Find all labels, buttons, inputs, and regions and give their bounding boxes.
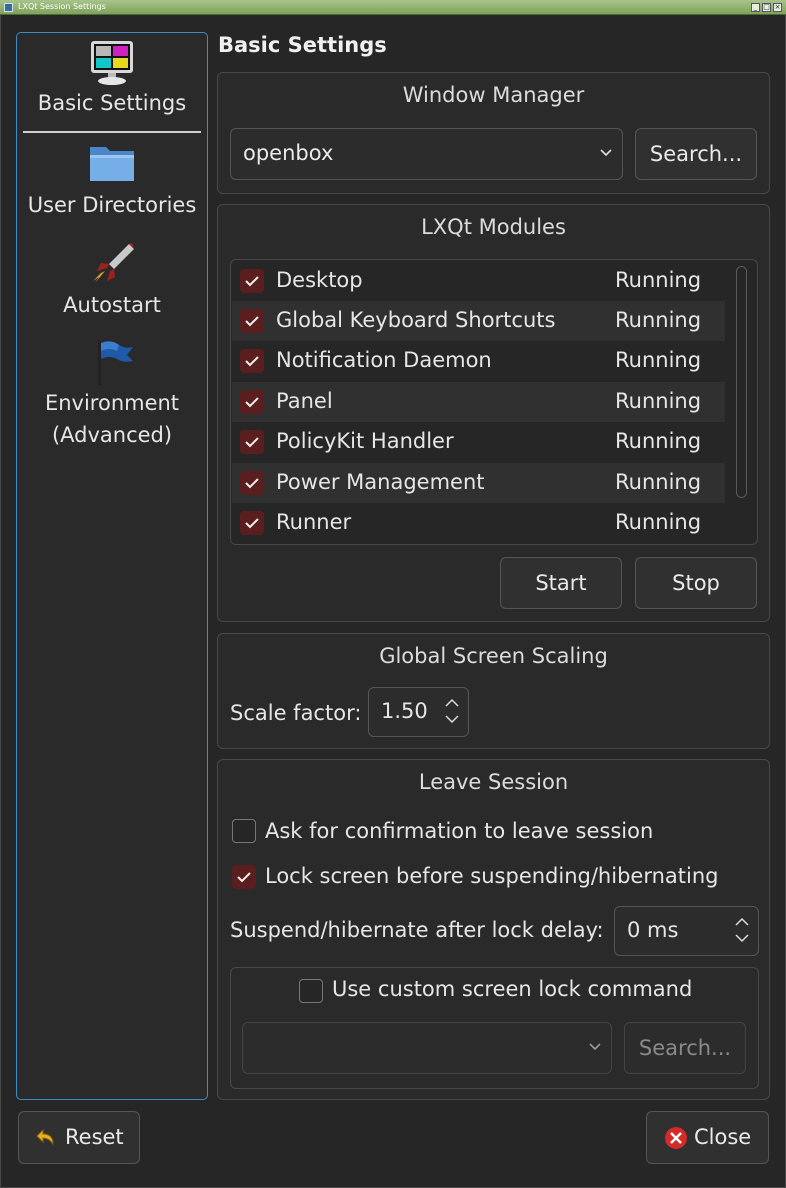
flag-icon — [87, 339, 137, 387]
undo-icon — [36, 1128, 54, 1146]
module-row-notification-daemon[interactable]: Notification Daemon Running — [232, 341, 725, 381]
close-window-button[interactable]: × — [773, 3, 782, 12]
maximize-button[interactable]: □ — [762, 3, 771, 12]
group-title: Window Manager — [402, 83, 585, 107]
chevron-down-icon — [600, 149, 612, 157]
module-name: Notification Daemon — [276, 348, 492, 372]
module-checkbox[interactable] — [240, 430, 264, 454]
module-checkbox[interactable] — [240, 511, 264, 535]
module-name: Runner — [276, 510, 352, 534]
module-status: Running — [615, 510, 702, 534]
module-status: Running — [615, 348, 702, 372]
sidebar-item-label: Basic Settings — [37, 91, 187, 115]
module-row-panel[interactable]: Panel Running — [232, 382, 725, 422]
lock-screen-label[interactable]: Lock screen before suspending/hibernatin… — [265, 864, 718, 888]
sidebar: Basic Settings User Directories Autostar… — [16, 32, 208, 1100]
module-name: Global Keyboard Shortcuts — [276, 308, 556, 332]
sidebar-item-label: User Directories — [27, 193, 197, 217]
module-row-desktop[interactable]: Desktop Running — [232, 261, 725, 301]
modules-group: LXQt Modules Desktop Running Global Keyb… — [217, 204, 770, 622]
sidebar-item-basic-settings[interactable]: Basic Settings — [23, 39, 201, 133]
module-status: Running — [615, 389, 702, 413]
modules-list[interactable]: Desktop Running Global Keyboard Shortcut… — [230, 259, 758, 545]
wm-search-button[interactable]: Search... — [635, 128, 757, 180]
group-title: LXQt Modules — [421, 215, 566, 239]
preferences-desktop-icon — [87, 39, 137, 87]
module-name: Panel — [276, 389, 333, 413]
spin-arrows-icon[interactable] — [444, 696, 460, 726]
chevron-down-icon — [589, 1043, 601, 1051]
close-label: Close — [694, 1125, 752, 1149]
reset-label: Reset — [65, 1125, 124, 1149]
sidebar-item-environment[interactable]: Environment (Advanced) — [17, 339, 207, 451]
delay-label: Suspend/hibernate after lock delay: — [230, 918, 604, 942]
stop-button[interactable]: Stop — [635, 557, 757, 609]
spin-arrows-icon[interactable] — [734, 915, 750, 945]
module-checkbox[interactable] — [240, 471, 264, 495]
custom-lock-group: Use custom screen lock command Search... — [230, 967, 759, 1089]
window-manager-group: Window Manager openbox Search... — [217, 72, 770, 194]
custom-lock-label[interactable]: Use custom screen lock command — [332, 977, 692, 1001]
module-row-power-management[interactable]: Power Management Running — [232, 463, 725, 503]
module-status: Running — [615, 429, 702, 453]
custom-lock-command-combo[interactable] — [242, 1022, 612, 1074]
module-status: Running — [615, 470, 702, 494]
module-checkbox[interactable] — [240, 390, 264, 414]
title-bar[interactable]: LXQt Session Settings _ □ × — [0, 0, 786, 15]
settings-window: Basic Settings User Directories Autostar… — [0, 15, 786, 1188]
page-title: Basic Settings — [218, 33, 387, 57]
window-title: LXQt Session Settings — [18, 2, 106, 11]
module-row-global-keyboard-shortcuts[interactable]: Global Keyboard Shortcuts Running — [232, 301, 725, 341]
close-icon — [665, 1127, 687, 1149]
modules-scrollbar[interactable] — [736, 266, 747, 498]
lock-delay-value: 0 ms — [627, 918, 679, 942]
module-row-policykit-handler[interactable]: PolicyKit Handler Running — [232, 422, 725, 462]
scale-factor-spinbox[interactable]: 1.50 — [368, 687, 469, 737]
reset-button[interactable]: Reset — [18, 1111, 140, 1164]
minimize-button[interactable]: _ — [751, 3, 760, 12]
sidebar-item-autostart[interactable]: Autostart — [17, 241, 207, 321]
close-button[interactable]: Close — [646, 1111, 769, 1164]
custom-lock-search-button[interactable]: Search... — [624, 1022, 746, 1074]
module-status: Running — [615, 308, 702, 332]
module-name: PolicyKit Handler — [276, 429, 454, 453]
ask-confirm-label[interactable]: Ask for confirmation to leave session — [265, 819, 653, 843]
module-row-runner[interactable]: Runner Running — [232, 503, 725, 543]
folder-icon — [87, 141, 137, 189]
rocket-icon — [87, 241, 137, 289]
sidebar-item-user-directories[interactable]: User Directories — [17, 141, 207, 221]
window-manager-value: openbox — [243, 141, 334, 165]
custom-lock-checkbox[interactable] — [299, 979, 323, 1003]
group-title: Global Screen Scaling — [379, 644, 608, 668]
window-manager-combo[interactable]: openbox — [230, 128, 623, 180]
module-name: Power Management — [276, 470, 485, 494]
module-name: Desktop — [276, 268, 363, 292]
sidebar-item-label: Environment (Advanced) — [44, 391, 180, 447]
app-icon — [4, 3, 13, 12]
module-checkbox[interactable] — [240, 309, 264, 333]
module-checkbox[interactable] — [240, 349, 264, 373]
sidebar-item-label: Autostart — [63, 293, 161, 317]
module-checkbox[interactable] — [240, 269, 264, 293]
scale-factor-label: Scale factor: — [230, 701, 362, 725]
group-title: Leave Session — [418, 770, 569, 794]
module-status: Running — [615, 268, 702, 292]
leave-session-group: Leave Session Ask for confirmation to le… — [217, 759, 770, 1100]
scale-factor-value: 1.50 — [381, 699, 428, 723]
ask-confirm-checkbox[interactable] — [232, 819, 256, 843]
lock-delay-spinbox[interactable]: 0 ms — [614, 906, 759, 956]
scaling-group: Global Screen Scaling Scale factor: 1.50 — [217, 633, 770, 749]
lock-screen-checkbox[interactable] — [232, 865, 256, 889]
start-button[interactable]: Start — [500, 557, 622, 609]
